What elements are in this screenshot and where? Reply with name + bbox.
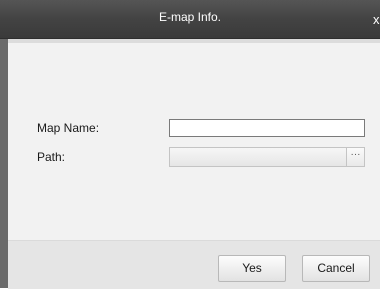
map-name-label: Map Name:: [37, 121, 100, 135]
emap-info-dialog: E-map Info. x Map Name: Path: ··· Yes Ca…: [0, 0, 380, 289]
body-top-strip: [8, 39, 380, 43]
dialog-body: Map Name: Path: ··· Yes Cancel: [8, 39, 380, 289]
dialog-titlebar: E-map Info. x: [0, 0, 380, 39]
browse-button[interactable]: ···: [346, 148, 364, 166]
map-name-input[interactable]: [169, 119, 365, 137]
ellipsis-icon: ···: [350, 149, 361, 160]
path-field: ···: [169, 147, 365, 167]
cancel-button[interactable]: Cancel: [302, 255, 370, 282]
dialog-title: E-map Info.: [158, 10, 222, 24]
close-icon[interactable]: x: [373, 12, 380, 27]
yes-button[interactable]: Yes: [218, 255, 286, 282]
dialog-footer: Yes Cancel: [8, 240, 380, 289]
path-label: Path:: [37, 150, 66, 164]
